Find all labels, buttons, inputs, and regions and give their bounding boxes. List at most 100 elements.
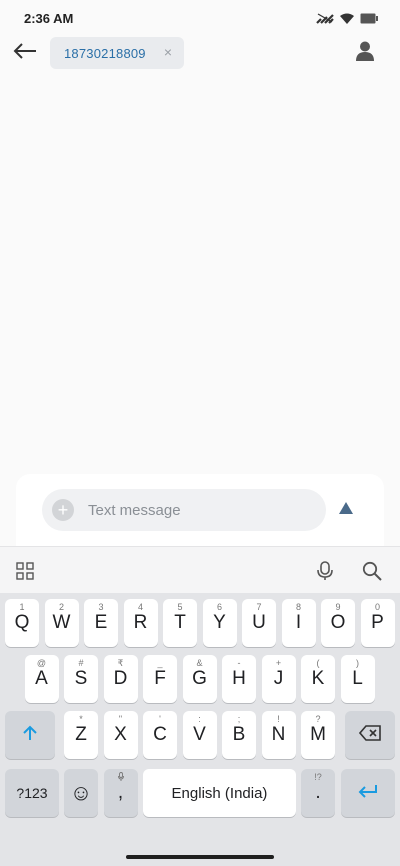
recipient-number: 18730218809: [64, 45, 146, 61]
battery-icon: [360, 11, 378, 29]
keyboard: 1Q 2W 3E 4R 5T 6Y 7U 8I 9O 0P @ A # S ₹ D _…: [0, 593, 400, 866]
key-a[interactable]: @ A: [24, 655, 59, 703]
key-label: C: [153, 724, 167, 745]
key-q[interactable]: 1Q: [5, 599, 39, 647]
key-hint: 2: [58, 602, 64, 612]
period-label: .: [315, 782, 321, 803]
message-input[interactable]: [88, 489, 318, 531]
space-key-label: English (India): [171, 784, 268, 802]
key-hint: #: [78, 658, 84, 668]
key-label: T: [174, 612, 186, 633]
key-hint: ?: [315, 714, 321, 724]
status-icons: [316, 11, 378, 29]
apps-grid-icon[interactable]: [14, 560, 36, 582]
key-y[interactable]: 6Y: [202, 599, 237, 647]
add-attachment-icon[interactable]: +: [52, 499, 74, 521]
key-c[interactable]: ' C: [143, 711, 177, 759]
key-hint: @: [36, 658, 47, 668]
key-o[interactable]: 9O: [321, 599, 355, 647]
contact-button[interactable]: [352, 40, 378, 66]
key-s[interactable]: # S: [64, 655, 98, 703]
recipient-chip[interactable]: 18730218809 ×: [50, 37, 184, 69]
backspace-icon: [358, 724, 381, 746]
key-label: M: [310, 724, 326, 745]
key-w[interactable]: 2W: [44, 599, 79, 647]
emoji-key[interactable]: ☺: [64, 769, 98, 817]
period-key[interactable]: !? .: [301, 769, 335, 817]
key-u[interactable]: 7U: [242, 599, 276, 647]
voice-hint-icon: [104, 772, 138, 783]
comma-label: ,: [117, 782, 124, 803]
key-hint: !: [277, 714, 280, 724]
key-hint: 4: [137, 602, 143, 612]
key-label: R: [133, 612, 148, 633]
key-label: X: [114, 724, 127, 745]
key-h[interactable]: -H: [222, 655, 256, 703]
microphone-icon[interactable]: [314, 560, 336, 582]
key-n[interactable]: ! N: [261, 711, 296, 759]
enter-icon: [358, 784, 378, 803]
key-hint: _: [157, 658, 163, 668]
key-g[interactable]: & G: [182, 655, 217, 703]
key-hint: 0: [374, 602, 380, 612]
key-hint: ": [118, 714, 123, 724]
search-icon[interactable]: [361, 560, 383, 582]
key-i[interactable]: 8I: [281, 599, 316, 647]
key-label: B: [232, 724, 246, 745]
shift-icon: [22, 725, 38, 746]
key-z[interactable]: * Z: [64, 711, 98, 759]
key-r[interactable]: 4R: [123, 599, 158, 647]
key-k[interactable]: (K: [301, 655, 335, 703]
key-label: H: [232, 668, 246, 689]
space-key[interactable]: English (India): [143, 769, 296, 817]
key-label: E: [94, 612, 108, 633]
key-hint: 5: [177, 602, 183, 612]
status-bar: 2:36 AM: [0, 0, 400, 36]
shift-key[interactable]: [5, 711, 55, 759]
remove-recipient-icon[interactable]: ×: [164, 44, 172, 60]
key-t[interactable]: 5T: [163, 599, 197, 647]
key-label: L: [352, 668, 363, 689]
key-l[interactable]: ) L: [340, 655, 375, 703]
key-label: F: [154, 668, 166, 689]
key-label: Z: [75, 724, 87, 745]
key-label: S: [74, 668, 88, 689]
add-symbol: +: [57, 500, 69, 520]
key-label: P: [371, 612, 384, 633]
key-b[interactable]: ; B: [222, 711, 256, 759]
key-v[interactable]: :V: [182, 711, 217, 759]
key-x[interactable]: " X: [103, 711, 138, 759]
home-indicator[interactable]: [126, 855, 274, 859]
key-hint: ': [159, 714, 161, 724]
wifi-icon: [340, 11, 354, 29]
back-arrow-icon: [13, 42, 37, 65]
contact-icon: [356, 41, 374, 66]
key-hint: :: [198, 714, 201, 724]
key-hint: +: [275, 658, 282, 668]
period-hint: !?: [314, 772, 322, 782]
key-d[interactable]: ₹ D: [103, 655, 138, 703]
key-label: D: [113, 668, 128, 689]
key-label: U: [252, 612, 266, 633]
key-p[interactable]: 0P: [360, 599, 395, 647]
backspace-key[interactable]: [345, 711, 395, 759]
enter-key[interactable]: [341, 769, 395, 817]
comma-key[interactable]: ,: [103, 769, 138, 817]
key-hint: ): [356, 658, 359, 668]
key-hint: &: [196, 658, 203, 668]
key-label: Y: [213, 612, 226, 633]
key-e[interactable]: 3E: [84, 599, 118, 647]
key-label: W: [52, 612, 71, 633]
symbols-key[interactable]: ?123: [5, 769, 59, 817]
key-j[interactable]: + J: [261, 655, 296, 703]
key-hint: ₹: [117, 658, 124, 668]
keyboard-toolbar: [0, 546, 400, 593]
send-button[interactable]: [336, 500, 356, 520]
back-button[interactable]: [10, 38, 40, 68]
key-label: I: [295, 612, 302, 633]
emoji-icon: ☺: [69, 780, 93, 805]
key-hint: *: [79, 714, 83, 724]
key-f[interactable]: _ F: [143, 655, 177, 703]
key-m[interactable]: ? M: [301, 711, 335, 759]
key-hint: (: [316, 658, 320, 668]
